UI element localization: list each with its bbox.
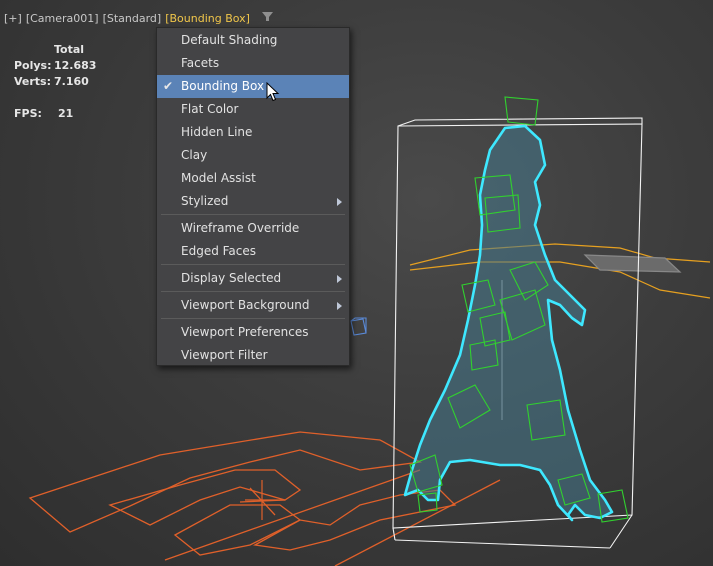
menu-item-label: Hidden Line <box>181 125 253 139</box>
menu-separator <box>161 214 345 215</box>
viewport-display-method-menu[interactable]: [Bounding Box] <box>165 12 250 25</box>
menu-item-model-assist[interactable]: Model Assist <box>157 167 349 190</box>
menu-item-edged-faces[interactable]: Edged Faces <box>157 240 349 263</box>
viewport-point-of-view-menu[interactable]: [Camera001] <box>26 12 99 25</box>
submenu-arrow-icon <box>337 198 342 206</box>
menu-item-label: Clay <box>181 148 208 162</box>
submenu-arrow-icon <box>337 275 342 283</box>
menu-item-label: Viewport Preferences <box>181 325 309 339</box>
fps-value: 21 <box>58 107 74 120</box>
mouse-cursor-icon <box>266 81 280 106</box>
menu-item-label: Default Shading <box>181 33 278 47</box>
menu-item-hidden-line[interactable]: Hidden Line <box>157 121 349 144</box>
menu-item-flat-color[interactable]: Flat Color <box>157 98 349 121</box>
grid-marker-cross <box>245 480 285 520</box>
polys-value: 12.683 <box>54 59 97 72</box>
menu-separator <box>161 318 345 319</box>
filter-icon[interactable] <box>261 11 273 25</box>
menu-item-label: Facets <box>181 56 220 70</box>
camera-gizmo-icon[interactable] <box>350 317 367 336</box>
verts-value: 7.160 <box>54 75 89 88</box>
menu-item-label: Edged Faces <box>181 244 257 258</box>
viewport-label-bar: [+] [Camera001] [Standard] [Bounding Box… <box>4 11 273 25</box>
menu-separator <box>161 264 345 265</box>
menu-item-label: Bounding Box <box>181 79 265 93</box>
menu-item-stylized[interactable]: Stylized <box>157 190 349 213</box>
menu-item-label: Model Assist <box>181 171 256 185</box>
menu-item-label: Stylized <box>181 194 229 208</box>
menu-item-label: Display Selected <box>181 271 282 285</box>
menu-item-clay[interactable]: Clay <box>157 144 349 167</box>
menu-item-display-selected[interactable]: Display Selected <box>157 267 349 290</box>
menu-item-label: Flat Color <box>181 102 239 116</box>
menu-item-viewport-filter[interactable]: Viewport Filter <box>157 344 349 367</box>
menu-item-label: Viewport Filter <box>181 348 268 362</box>
menu-separator <box>161 291 345 292</box>
menu-item-wireframe-override[interactable]: Wireframe Override <box>157 217 349 240</box>
viewport-statistics: Total Polys: 12.683 Verts: 7.160 FPS: 21 <box>14 42 96 122</box>
menu-item-default-shading[interactable]: Default Shading <box>157 29 349 52</box>
stats-header: Total <box>54 43 85 56</box>
polys-label: Polys: <box>14 59 52 72</box>
menu-item-viewport-background[interactable]: Viewport Background <box>157 294 349 317</box>
menu-item-viewport-preferences[interactable]: Viewport Preferences <box>157 321 349 344</box>
menu-item-facets[interactable]: Facets <box>157 52 349 75</box>
submenu-arrow-icon <box>337 302 342 310</box>
fps-label: FPS: <box>14 107 42 120</box>
viewport-shading-standard-menu[interactable]: [Standard] <box>103 12 162 25</box>
menu-item-label: Wireframe Override <box>181 221 300 235</box>
verts-label: Verts: <box>14 75 52 88</box>
viewport-general-menu[interactable]: [+] <box>4 12 22 25</box>
shading-dropdown-menu: Default Shading Facets ✔ Bounding Box Fla… <box>156 27 350 366</box>
viewport-scene[interactable] <box>0 0 713 566</box>
menu-item-bounding-box[interactable]: ✔ Bounding Box <box>157 75 349 98</box>
menu-item-label: Viewport Background <box>181 298 310 312</box>
checkmark-icon: ✔ <box>163 79 174 93</box>
